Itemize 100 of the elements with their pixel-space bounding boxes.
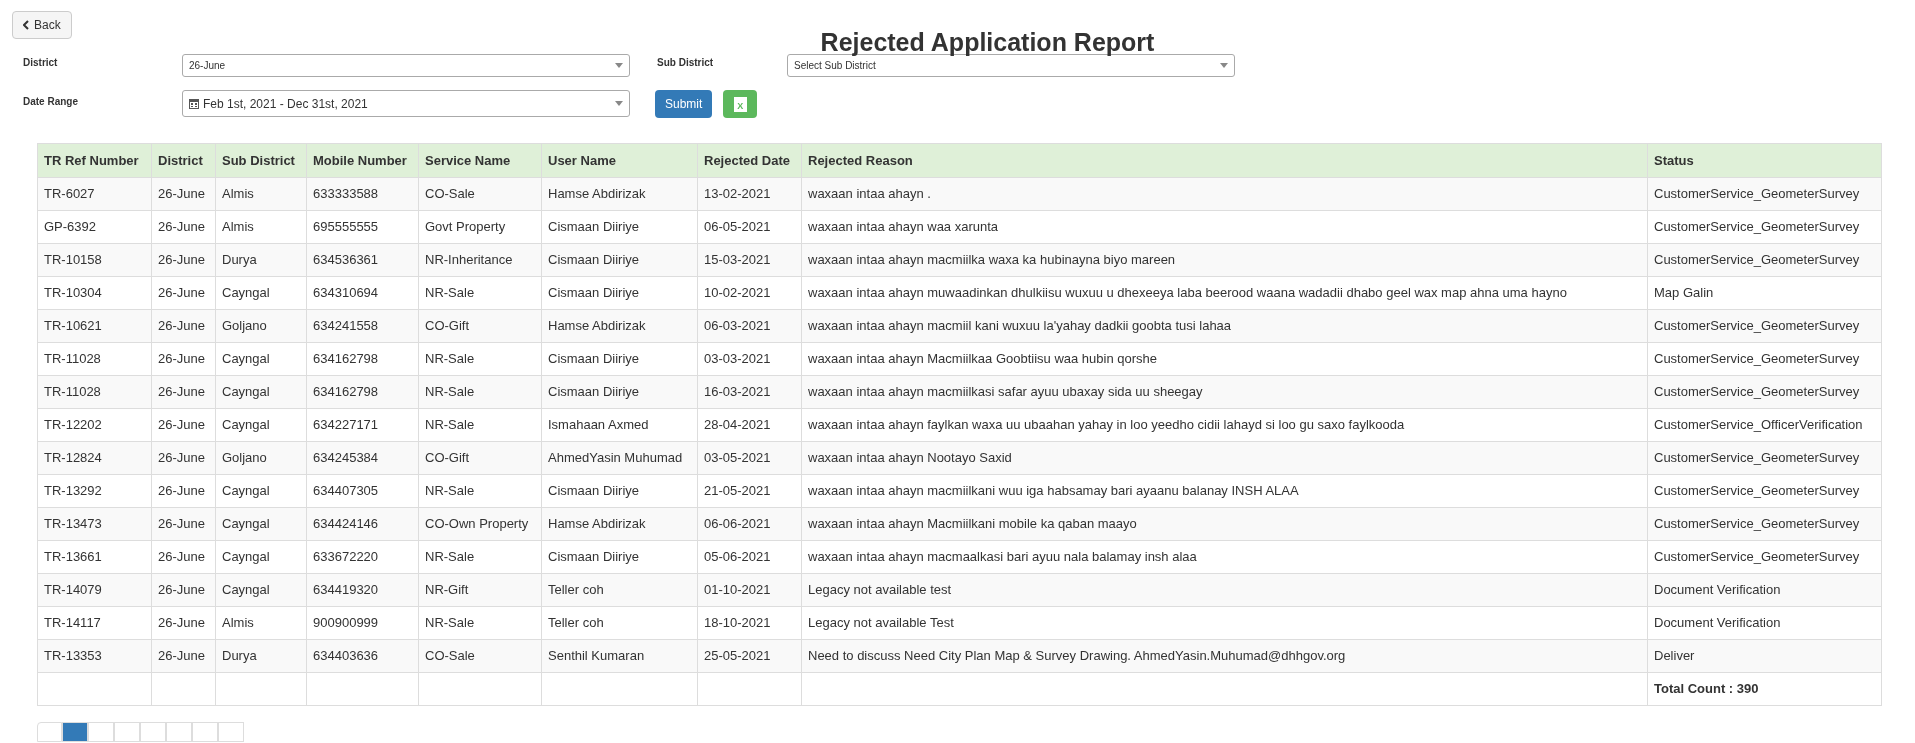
table-cell: Cismaan Diiriye [541,342,698,376]
table-cell: NR-Sale [418,408,542,442]
table-cell: TR-12824 [37,441,152,475]
table-cell: 634310694 [306,276,419,310]
pagination-item[interactable] [88,722,114,742]
pagination-item[interactable] [166,722,192,742]
pagination-item[interactable] [114,722,140,742]
table-cell: CustomerService_GeometerSurvey [1647,342,1882,376]
table-cell: 01-10-2021 [697,573,802,607]
column-header: Service Name [418,143,542,178]
back-button[interactable]: Back [12,11,72,39]
pagination-item[interactable] [140,722,166,742]
table-cell: 634403636 [306,639,419,673]
table-cell: 26-June [151,210,216,244]
table-cell: Hamse Abdirizak [541,507,698,541]
table-cell: Map Galin [1647,276,1882,310]
table-cell: 26-June [151,342,216,376]
table-cell: Cayngal [215,342,307,376]
table-cell: 634162798 [306,375,419,409]
table-cell: TR-13353 [37,639,152,673]
table-cell: Cayngal [215,573,307,607]
date-range-select[interactable]: Feb 1st, 2021 - Dec 31st, 2021 [182,90,630,117]
table-cell: NR-Sale [418,342,542,376]
filter-label: District [23,56,59,70]
table-cell: 06-05-2021 [697,210,802,244]
table-cell: 05-06-2021 [697,540,802,574]
column-header: User Name [541,143,698,178]
table-cell: CustomerService_GeometerSurvey [1647,474,1882,508]
pagination-item[interactable] [37,722,62,742]
table-cell: 15-03-2021 [697,243,802,277]
district-select[interactable]: 26-June [182,54,630,77]
table-cell: 16-03-2021 [697,375,802,409]
table-cell: AhmedYasin Muhumad [541,441,698,475]
chevron-left-icon [23,20,29,30]
table-cell: 900900999 [306,606,419,640]
filter-label: Date Range [23,95,79,109]
table-cell: CustomerService_GeometerSurvey [1647,243,1882,277]
table-cell: 26-June [151,474,216,508]
table-cell: 633333588 [306,177,419,211]
table-cell: GP-6392 [37,210,152,244]
table-cell: CustomerService_GeometerSurvey [1647,507,1882,541]
table-cell: CustomerService_OfficerVerification [1647,408,1882,442]
table-cell: Cayngal [215,408,307,442]
table-cell: 634536361 [306,243,419,277]
table-cell: NR-Sale [418,606,542,640]
table-cell: 634241558 [306,309,419,343]
table-cell: Cismaan Diiriye [541,210,698,244]
table-cell: 18-10-2021 [697,606,802,640]
calendar-icon [189,98,199,109]
submit-button[interactable]: Submit [655,90,713,118]
table-cell: 634424146 [306,507,419,541]
table-cell: NR-Sale [418,375,542,409]
table-cell: 26-June [151,408,216,442]
table-cell: 06-06-2021 [697,507,802,541]
table-cell: TR-14117 [37,606,152,640]
table-cell: 634419320 [306,573,419,607]
table-cell: NR-Sale [418,276,542,310]
table-cell: TR-13292 [37,474,152,508]
table-cell: waxaan intaa ahayn macmiilka waxa ka hubinayna biyo mareen [801,243,1648,277]
table-cell: Cismaan Diiriye [541,375,698,409]
table-cell: Cismaan Diiriye [541,276,698,310]
table-cell: Cismaan Diiriye [541,243,698,277]
table-cell: Cayngal [215,474,307,508]
table-cell: 03-05-2021 [697,441,802,475]
table-cell: 695555555 [306,210,419,244]
table-cell: 25-05-2021 [697,639,802,673]
table-cell: Ismahaan Axmed [541,408,698,442]
pagination-item[interactable] [218,722,244,742]
caret-icon [615,63,623,68]
table-cell: CustomerService_GeometerSurvey [1647,441,1882,475]
table-cell: 26-June [151,573,216,607]
table-cell: CO-Sale [418,639,542,673]
table-cell: waxaan intaa ahayn macmiilkani wuu iga habsamay bari ayaanu balanay INSH ALAA [801,474,1648,508]
pagination-item[interactable] [192,722,218,742]
table-cell: TR-11028 [37,375,152,409]
table-cell: 633672220 [306,540,419,574]
table-cell: 26-June [151,507,216,541]
filter-label: Sub District [657,56,715,70]
table-cell: CustomerService_GeometerSurvey [1647,540,1882,574]
table-cell: Teller coh [541,606,698,640]
table-cell: TR-10304 [37,276,152,310]
table-cell: Almis [215,210,307,244]
table-cell: NR-Gift [418,573,542,607]
table-cell: Durya [215,243,307,277]
table-cell: 634407305 [306,474,419,508]
table-cell: CO-Sale [418,177,542,211]
column-header: Rejected Date [697,143,802,178]
pagination-item[interactable] [62,722,88,742]
table-cell: Legacy not available Test [801,606,1648,640]
column-header: Mobile Number [306,143,419,178]
table-cell: Cayngal [215,507,307,541]
table-cell: TR-13473 [37,507,152,541]
table-cell: 10-02-2021 [697,276,802,310]
table-cell: 26-June [151,606,216,640]
table-cell: CO-Own Property [418,507,542,541]
table-cell: 06-03-2021 [697,309,802,343]
table-cell: Cayngal [215,276,307,310]
table-cell: waxaan intaa ahayn Macmiilkani mobile ka qaban maayo [801,507,1648,541]
table-cell: Legacy not available test [801,573,1648,607]
table-cell: Hamse Abdirizak [541,309,698,343]
